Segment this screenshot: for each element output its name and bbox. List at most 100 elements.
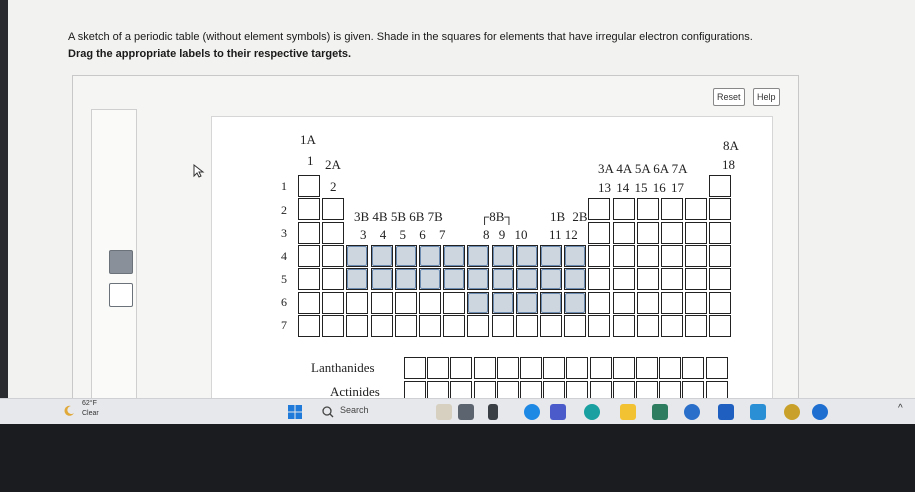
- element-cell[interactable]: [298, 314, 320, 337]
- drop-target[interactable]: [516, 245, 537, 266]
- drop-target[interactable]: [468, 245, 489, 266]
- actinide-cell[interactable]: [705, 381, 728, 398]
- copilot-icon[interactable]: [458, 404, 474, 420]
- element-cell[interactable]: [709, 175, 732, 197]
- actinide-cell[interactable]: [404, 381, 426, 398]
- drop-target[interactable]: [468, 269, 489, 290]
- teams-icon[interactable]: [550, 404, 566, 420]
- actinide-cell[interactable]: [612, 381, 635, 398]
- drop-target[interactable]: [420, 269, 440, 290]
- lanthanide-cell[interactable]: [404, 357, 426, 379]
- element-cell[interactable]: [636, 314, 659, 337]
- element-cell[interactable]: [322, 291, 345, 314]
- lanthanide-cell[interactable]: [612, 357, 635, 379]
- actinide-cell[interactable]: [496, 381, 519, 398]
- element-cell[interactable]: [636, 198, 659, 221]
- file-explorer-icon[interactable]: [620, 404, 636, 420]
- lanthanide-cell[interactable]: [636, 357, 658, 379]
- element-cell[interactable]: [661, 268, 683, 291]
- element-cell[interactable]: [636, 244, 659, 267]
- drop-target[interactable]: [541, 269, 561, 290]
- drop-target[interactable]: [541, 292, 561, 313]
- element-cell[interactable]: [564, 314, 587, 337]
- drop-target[interactable]: [565, 292, 586, 313]
- element-cell[interactable]: [685, 244, 708, 267]
- element-cell[interactable]: [661, 291, 683, 314]
- drop-target[interactable]: [395, 245, 416, 266]
- app-icon-3[interactable]: [784, 404, 800, 420]
- actinide-cell[interactable]: [520, 381, 542, 398]
- lanthanide-cell[interactable]: [659, 357, 682, 379]
- element-cell[interactable]: [419, 291, 441, 314]
- actinide-cell[interactable]: [636, 381, 658, 398]
- element-cell[interactable]: [298, 291, 320, 314]
- element-cell[interactable]: [636, 268, 659, 291]
- element-cell[interactable]: [467, 314, 490, 337]
- element-cell[interactable]: [322, 268, 345, 291]
- element-cell[interactable]: [661, 244, 683, 267]
- actinide-cell[interactable]: [682, 381, 705, 398]
- element-cell[interactable]: [709, 268, 732, 291]
- element-cell[interactable]: [588, 314, 611, 337]
- element-cell[interactable]: [443, 291, 466, 314]
- element-cell[interactable]: [588, 244, 611, 267]
- drop-target[interactable]: [565, 245, 586, 266]
- actinide-cell[interactable]: [659, 381, 682, 398]
- element-cell[interactable]: [636, 291, 659, 314]
- element-cell[interactable]: [636, 221, 659, 244]
- lanthanide-cell[interactable]: [427, 357, 450, 379]
- search-placeholder[interactable]: Search: [340, 405, 369, 415]
- actinide-cell[interactable]: [450, 381, 473, 398]
- element-cell[interactable]: [491, 314, 514, 337]
- element-cell[interactable]: [322, 244, 345, 267]
- element-cell[interactable]: [394, 291, 417, 314]
- element-cell[interactable]: [588, 221, 611, 244]
- element-cell[interactable]: [612, 198, 635, 221]
- element-cell[interactable]: [709, 291, 732, 314]
- element-cell[interactable]: [346, 314, 369, 337]
- element-cell[interactable]: [515, 314, 538, 337]
- reset-button[interactable]: Reset: [713, 88, 745, 106]
- edge-icon[interactable]: [584, 404, 600, 420]
- element-cell[interactable]: [709, 221, 732, 244]
- element-cell[interactable]: [588, 291, 611, 314]
- chrome-icon[interactable]: [524, 404, 540, 420]
- lanthanide-cell[interactable]: [496, 357, 519, 379]
- element-cell[interactable]: [685, 291, 708, 314]
- actinide-cell[interactable]: [427, 381, 450, 398]
- drop-target[interactable]: [371, 269, 392, 290]
- element-cell[interactable]: [370, 314, 393, 337]
- drop-target[interactable]: [541, 245, 561, 266]
- lanthanide-cell[interactable]: [705, 357, 728, 379]
- drop-target[interactable]: [371, 245, 392, 266]
- shaded-label[interactable]: [109, 250, 133, 274]
- element-cell[interactable]: [612, 268, 635, 291]
- element-cell[interactable]: [298, 244, 320, 267]
- lanthanide-cell[interactable]: [450, 357, 473, 379]
- element-cell[interactable]: [612, 314, 635, 337]
- app-icon-1[interactable]: [684, 404, 700, 420]
- app-icon-2[interactable]: [750, 404, 766, 420]
- app-icon-4[interactable]: [812, 404, 828, 420]
- element-cell[interactable]: [588, 268, 611, 291]
- lanthanide-cell[interactable]: [473, 357, 496, 379]
- element-cell[interactable]: [685, 221, 708, 244]
- element-cell[interactable]: [322, 314, 345, 337]
- task-view-icon[interactable]: [488, 404, 498, 420]
- windows-start-icon[interactable]: [288, 405, 302, 419]
- lanthanide-cell[interactable]: [682, 357, 705, 379]
- drop-target[interactable]: [565, 269, 586, 290]
- actinide-cell[interactable]: [473, 381, 496, 398]
- element-cell[interactable]: [298, 198, 320, 221]
- element-cell[interactable]: [709, 314, 732, 337]
- drop-target[interactable]: [420, 245, 440, 266]
- element-cell[interactable]: [685, 268, 708, 291]
- actinide-cell[interactable]: [543, 381, 566, 398]
- element-cell[interactable]: [322, 198, 345, 221]
- drop-target[interactable]: [492, 292, 513, 313]
- element-cell[interactable]: [661, 198, 683, 221]
- drop-target[interactable]: [468, 292, 489, 313]
- element-cell[interactable]: [298, 268, 320, 291]
- help-button[interactable]: Help: [753, 88, 780, 106]
- element-cell[interactable]: [612, 221, 635, 244]
